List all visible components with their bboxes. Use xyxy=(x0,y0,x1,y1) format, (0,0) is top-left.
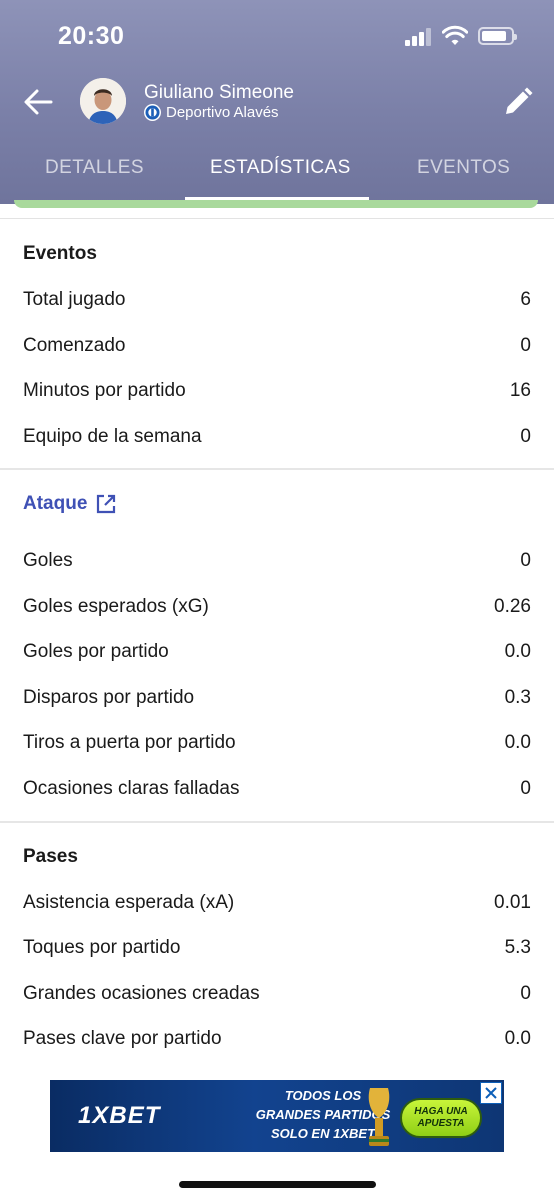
stat-label: Minutos por partido xyxy=(23,380,186,401)
stat-label: Toques por partido xyxy=(23,937,181,958)
close-icon xyxy=(485,1087,497,1099)
cellular-signal-icon xyxy=(405,28,431,46)
stat-value: 0.0 xyxy=(504,732,531,753)
stat-label: Equipo de la semana xyxy=(23,426,202,447)
stat-label: Comenzado xyxy=(23,335,126,356)
stat-value: 5.3 xyxy=(504,937,531,958)
section-title-ataque-label: Ataque xyxy=(23,493,88,514)
stat-value: 0.26 xyxy=(494,596,531,617)
stat-value: 16 xyxy=(509,380,531,401)
stat-label: Goles xyxy=(23,550,73,571)
divider xyxy=(0,218,554,219)
section-title-ataque[interactable]: Ataque xyxy=(23,493,117,515)
stat-value: 0.3 xyxy=(504,687,531,708)
open-in-new-icon xyxy=(97,494,116,514)
section-title-pases: Pases xyxy=(23,846,78,867)
stat-label: Disparos por partido xyxy=(23,687,195,708)
avatar[interactable] xyxy=(80,78,126,124)
ad-cta-line: APUESTA xyxy=(417,1118,465,1129)
tab-eventos[interactable]: EVENTOS xyxy=(417,157,510,179)
stat-value: 0 xyxy=(520,778,531,799)
stat-label: Grandes ocasiones creadas xyxy=(23,983,260,1004)
stat-label: Pases clave por partido xyxy=(23,1028,222,1049)
stat-value: 0.0 xyxy=(504,1028,531,1049)
tab-detalles[interactable]: DETALLES xyxy=(45,157,144,179)
stat-value: 0 xyxy=(520,426,531,447)
pencil-icon xyxy=(506,87,533,114)
ad-cta-line: HAGA UNA xyxy=(414,1106,468,1117)
back-button[interactable] xyxy=(18,82,58,122)
team-crest-icon xyxy=(144,104,161,121)
section-divider xyxy=(0,821,554,823)
player-name: Giuliano Simeone xyxy=(144,82,294,103)
tab-bar: DETALLES ESTADÍSTICAS EVENTOS xyxy=(0,145,554,204)
section-title-eventos: Eventos xyxy=(23,243,97,264)
stat-value: 0 xyxy=(520,550,531,571)
tab-estadisticas[interactable]: ESTADÍSTICAS xyxy=(210,157,351,179)
wifi-icon xyxy=(442,25,468,45)
stat-label: Total jugado xyxy=(23,289,126,310)
stat-label: Goles por partido xyxy=(23,641,169,662)
status-time: 20:30 xyxy=(58,22,125,50)
stat-value: 0.0 xyxy=(504,641,531,662)
team-name: Deportivo Alavés xyxy=(166,104,279,121)
status-bar: 20:30 xyxy=(0,0,554,72)
stat-value: 6 xyxy=(520,289,531,310)
section-divider xyxy=(0,468,554,470)
app-header: 20:30 Giuliano Simeone Deportivo Alavés … xyxy=(0,0,554,204)
ad-brand-logo: 1XBET xyxy=(78,1102,161,1129)
stat-label: Goles esperados (xG) xyxy=(23,596,209,617)
arrow-left-icon xyxy=(24,89,53,115)
stat-value: 0 xyxy=(520,335,531,356)
stat-value: 0 xyxy=(520,983,531,1004)
player-photo xyxy=(80,78,126,124)
home-indicator[interactable] xyxy=(179,1181,376,1188)
stat-label: Ocasiones claras falladas xyxy=(23,778,240,799)
edit-button[interactable] xyxy=(498,82,538,122)
rating-strip xyxy=(14,200,538,208)
trophy-icon xyxy=(368,1088,390,1146)
battery-icon xyxy=(478,27,517,45)
stat-label: Asistencia esperada (xA) xyxy=(23,892,235,913)
team-link[interactable]: Deportivo Alavés xyxy=(144,104,279,121)
stat-label: Tiros a puerta por partido xyxy=(23,732,236,753)
stat-value: 0.01 xyxy=(494,892,531,913)
ad-banner[interactable]: 1XBET TODOS LOS GRANDES PARTIDOS SOLO EN… xyxy=(50,1080,504,1152)
ad-cta-button[interactable]: HAGA UNA APUESTA xyxy=(400,1098,482,1138)
toolbar: Giuliano Simeone Deportivo Alavés xyxy=(0,72,554,132)
ad-close-button[interactable] xyxy=(480,1082,502,1104)
